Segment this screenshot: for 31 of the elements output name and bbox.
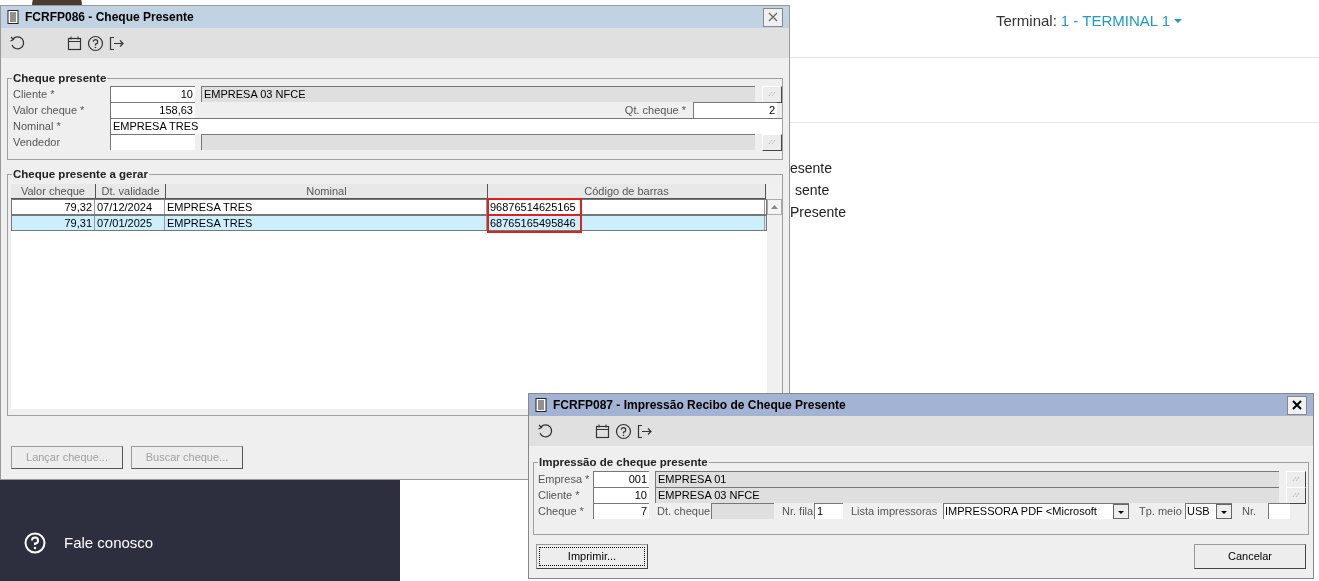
field-label: Dt. cheque: [656, 503, 711, 519]
group-title: Cheque presente a gerar: [12, 167, 149, 181]
barcode-text: 96876514625165: [489, 199, 580, 215]
field-label: Nr.: [1241, 503, 1258, 519]
group-title: Cheque presente: [12, 71, 108, 85]
table-cell: EMPRESA TRES: [165, 216, 487, 230]
dropdown-value: USB: [1186, 504, 1211, 519]
terminal-value: 1 - TERMINAL 1: [1060, 11, 1171, 31]
terminal-label: Terminal:: [996, 11, 1057, 31]
field-label: Cliente *: [13, 86, 56, 102]
table-cell: EMPRESA TRES: [165, 200, 487, 214]
field-label: Nr. fila: [781, 503, 814, 519]
window-title: FCRFP086 - Cheque Presente: [25, 9, 195, 26]
field-label: Valor cheque *: [13, 102, 86, 118]
table-cell: 07/01/2025: [95, 216, 165, 230]
group-title: Impressão de cheque presente: [538, 455, 709, 469]
field-label: Qt. cheque *: [623, 102, 687, 118]
table-cell: 79,31: [12, 216, 95, 230]
sidebar-label: Fale conosco: [64, 533, 154, 553]
dropdown-value: IMPRESSORA PDF <Microsoft: [944, 504, 1098, 519]
field-label: Vendedor: [13, 134, 62, 150]
field-label: Tp. meio: [1138, 503, 1183, 519]
field-label: Lista impressoras: [850, 503, 939, 519]
field-label: Nominal *: [13, 118, 62, 134]
field-label: Empresa *: [538, 471, 591, 487]
field-label: Cheque *: [538, 503, 585, 519]
table-cell: 79,32: [12, 200, 95, 214]
field-label: Cliente *: [538, 487, 581, 503]
barcode-text: 68765165495846: [489, 215, 580, 231]
window-title: FCRFP087 - Impressão Recibo de Cheque Presente: [553, 397, 847, 414]
table-cell: 07/12/2024: [95, 200, 165, 214]
